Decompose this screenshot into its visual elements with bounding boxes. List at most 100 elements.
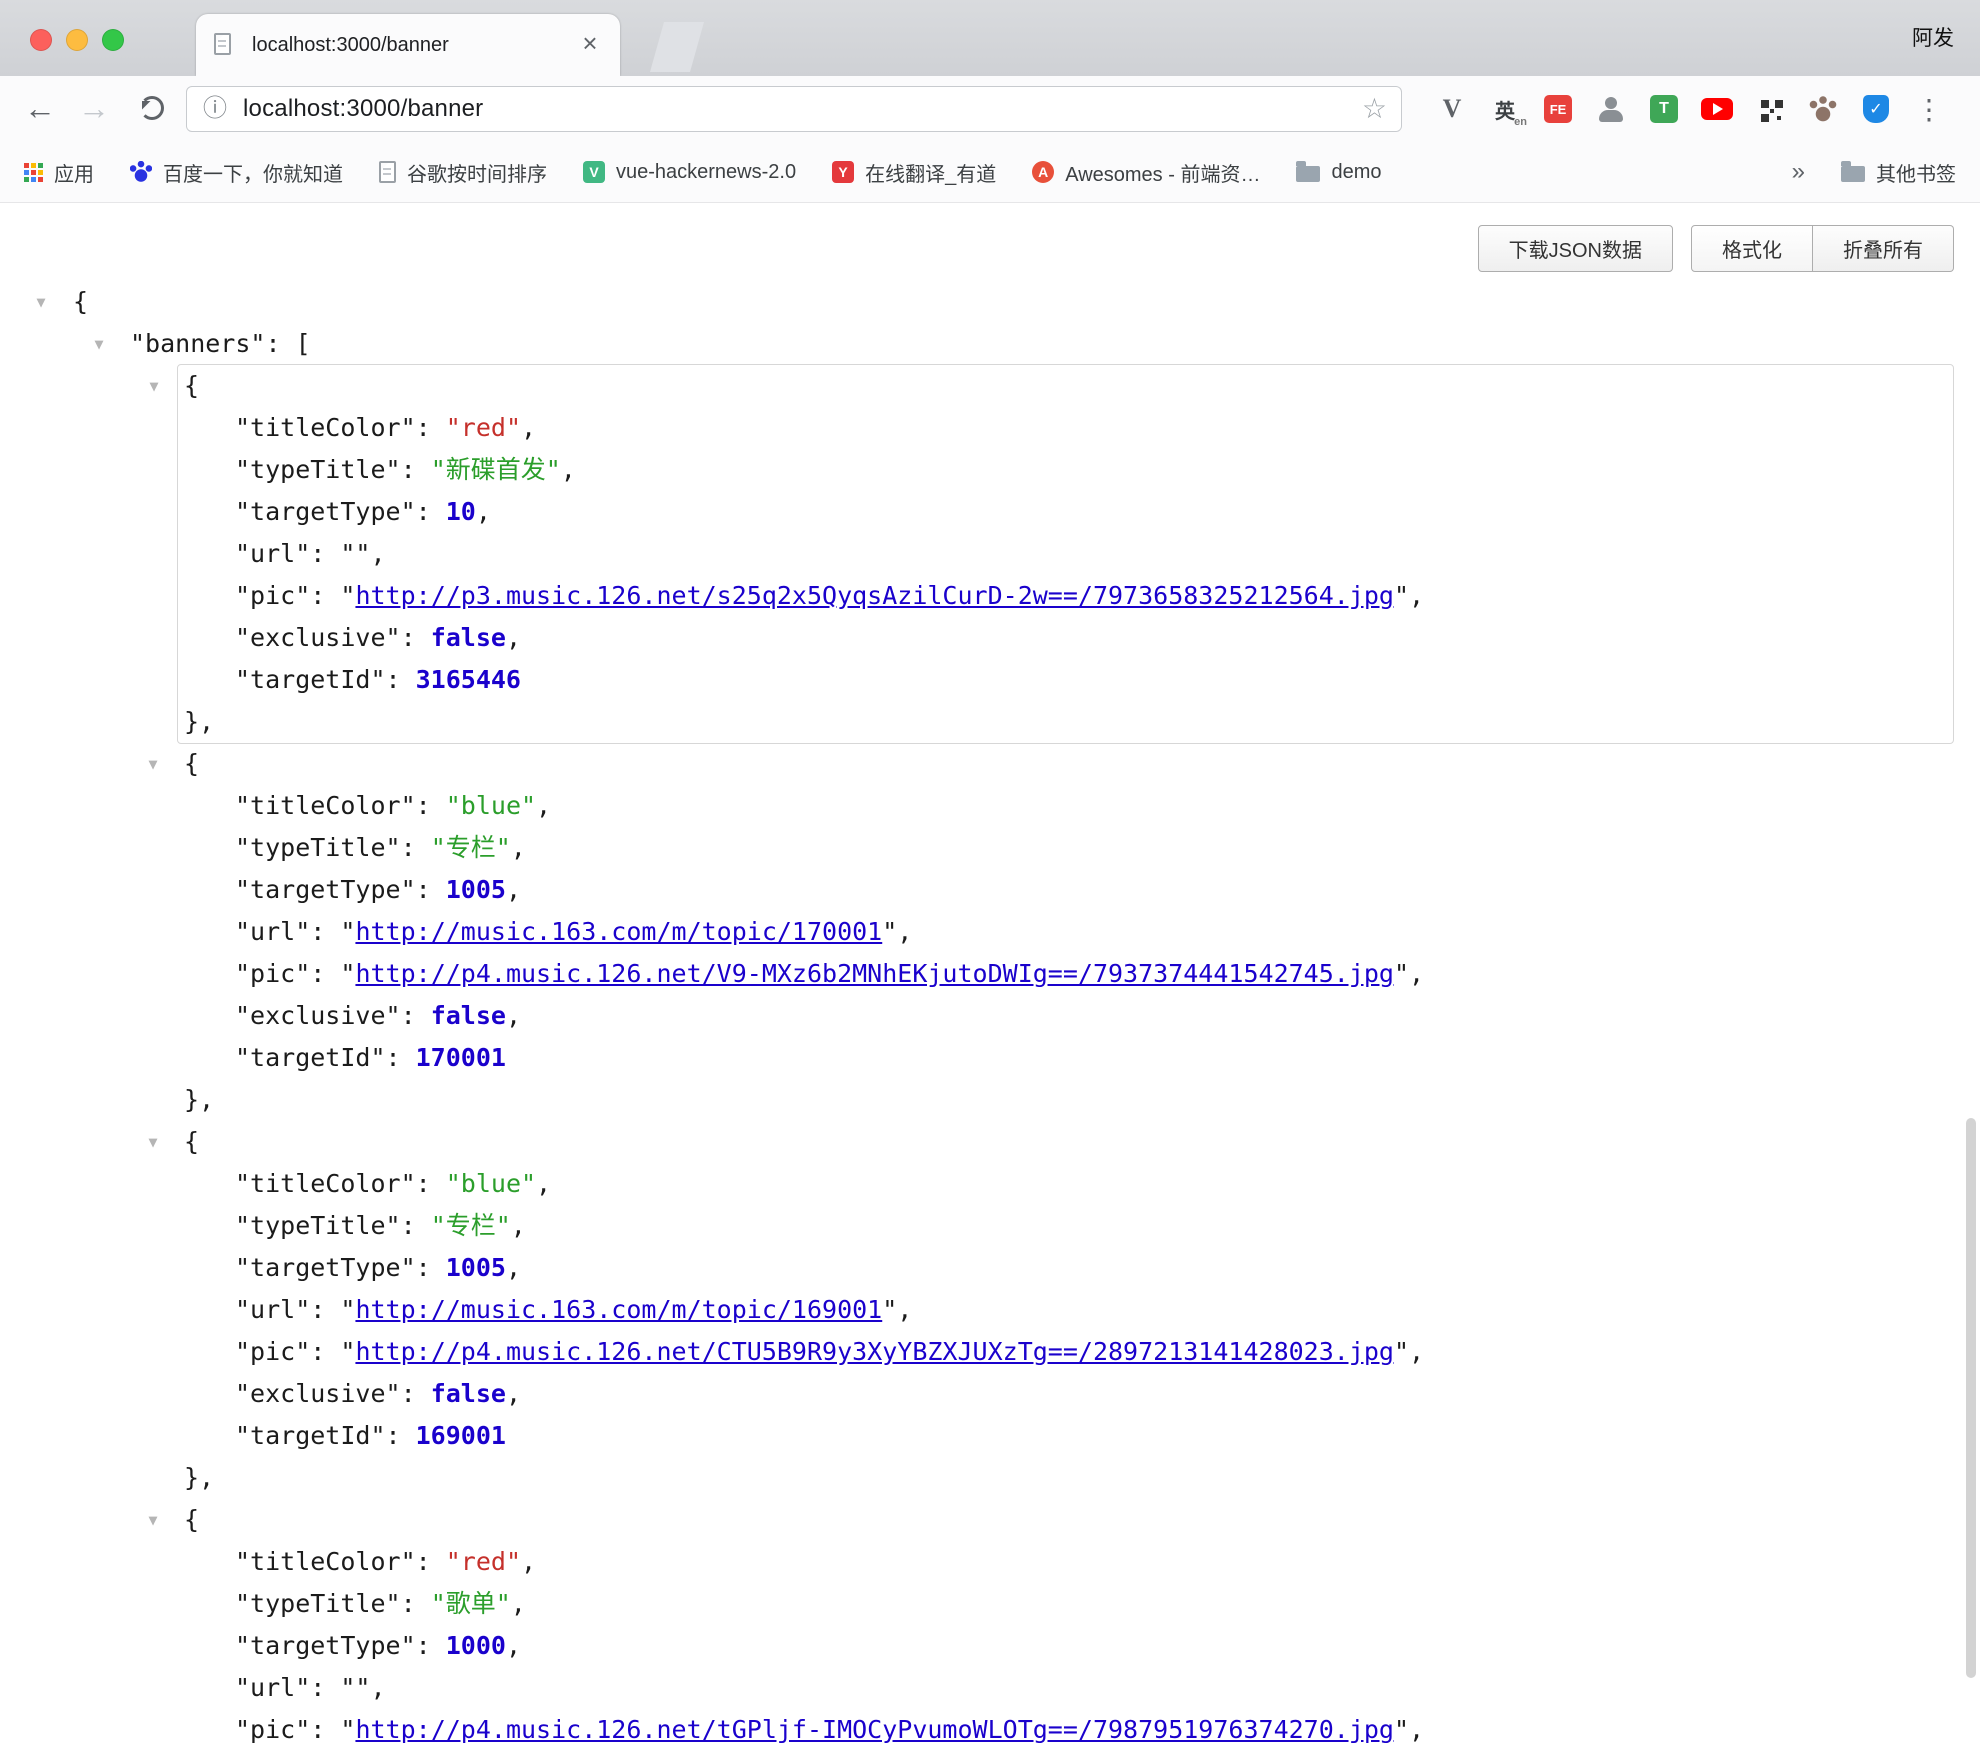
extension-qrcode-icon[interactable] [1750,89,1790,129]
json-line: ▼{ [0,281,1980,323]
json-url-link[interactable]: http://p4.music.126.net/tGPljf-IMOCyPvum… [355,1715,1394,1744]
bookmark-vue-hackernews[interactable]: V vue-hackernews-2.0 [583,161,796,184]
baidu-favicon [130,161,152,183]
url-text[interactable]: localhost:3000/banner [243,87,483,131]
collapse-toggle-icon[interactable]: ▼ [136,1499,170,1541]
json-token: "typeTitle" [235,1211,401,1240]
browser-menu-icon[interactable]: ⋮ [1909,89,1949,129]
json-line: "pic": "http://p3.music.126.net/s25q2x5Q… [178,575,1953,617]
json-line: }, [0,1079,1980,1121]
json-token: , [506,1631,521,1660]
json-token: : [401,1001,431,1030]
active-tab[interactable]: localhost:3000/banner × [196,14,620,76]
extension-translate-icon[interactable]: 英en [1485,89,1525,129]
json-token: "url" [235,1295,310,1324]
json-url-link[interactable]: http://music.163.com/m/topic/169001 [355,1295,882,1324]
json-token: : [386,1421,416,1450]
bookmark-demo-folder[interactable]: demo [1296,161,1381,184]
json-line: ▼{ [178,365,1953,407]
profile-name[interactable]: 阿发 [1912,22,1954,52]
extension-paw-icon[interactable] [1803,89,1843,129]
json-token: : [401,1589,431,1618]
other-bookmarks[interactable]: 其他书签 [1841,158,1956,187]
json-token: , [506,1001,521,1030]
json-token: : [401,455,431,484]
collapse-toggle-icon[interactable]: ▼ [136,743,170,785]
json-url-link[interactable]: http://p4.music.126.net/V9-MXz6b2MNhEKju… [355,959,1394,988]
new-tab-button[interactable] [650,22,704,72]
address-bar[interactable]: ⓘ localhost:3000/banner ☆ [186,86,1402,132]
bookmark-label: Awesomes - 前端资… [1065,158,1260,187]
json-line: "pic": "http://p4.music.126.net/V9-MXz6b… [0,953,1980,995]
json-token: , [506,875,521,904]
json-line: "exclusive": false, [178,617,1953,659]
json-token: , [506,1253,521,1282]
bookmark-google-sort[interactable]: 谷歌按时间排序 [379,158,547,187]
json-token: , [511,1589,526,1618]
json-token: : [416,1547,446,1576]
json-line: ▼"banners": [ [0,323,1980,365]
bookmark-label: 在线翻译_有道 [865,158,996,187]
json-line: "titleColor": "blue", [0,1163,1980,1205]
collapse-toggle-icon[interactable]: ▼ [137,365,171,407]
tab-close-icon[interactable]: × [574,28,606,60]
json-token: , [511,1211,526,1240]
format-button[interactable]: 格式化 [1691,225,1813,272]
bookmark-baidu[interactable]: 百度一下，你就知道 [130,158,343,187]
json-token: "titleColor" [235,413,416,442]
collapse-toggle-icon[interactable]: ▼ [82,323,116,365]
download-json-button[interactable]: 下载JSON数据 [1478,225,1673,272]
fullscreen-window-button[interactable] [102,29,124,51]
json-url-link[interactable]: http://music.163.com/m/topic/170001 [355,917,882,946]
json-token: "专栏" [431,1211,511,1240]
back-button[interactable]: ← [16,84,64,132]
json-token: "targetType" [235,1631,416,1660]
json-token: "titleColor" [235,1169,416,1198]
json-line: "exclusive": false, [0,1373,1980,1415]
minimize-window-button[interactable] [66,29,88,51]
page-info-icon[interactable]: ⓘ [203,87,227,131]
extension-youtube-icon[interactable] [1697,89,1737,129]
json-token: : [386,1043,416,1072]
json-token: : [386,665,416,694]
json-token: "targetType" [235,875,416,904]
json-token: "blue" [446,791,536,820]
bookmarks-overflow-chevron[interactable]: » [1792,158,1805,186]
json-line: "titleColor": "blue", [0,785,1980,827]
reload-button[interactable] [140,96,164,120]
folder-icon [1841,166,1865,182]
close-window-button[interactable] [30,29,52,51]
collapse-toggle-icon[interactable]: ▼ [136,1121,170,1163]
bookmark-apps[interactable]: 应用 [24,158,94,187]
json-token: , [506,1379,521,1408]
collapse-all-button[interactable]: 折叠所有 [1813,225,1954,272]
extension-people-icon[interactable] [1591,89,1631,129]
extension-shield-icon[interactable]: ✓ [1856,89,1896,129]
json-line: "targetType": 10, [178,491,1953,533]
extension-vimium-icon[interactable]: V [1432,89,1472,129]
json-token: , [511,833,526,862]
bookmark-youdao-translate[interactable]: Y 在线翻译_有道 [832,158,996,187]
extension-fe-icon[interactable]: FE [1538,89,1578,129]
json-url-link[interactable]: http://p3.music.126.net/s25q2x5QyqsAzilC… [355,581,1394,610]
vertical-scrollbar-thumb[interactable] [1966,1118,1976,1678]
bookmark-awesomes[interactable]: A Awesomes - 前端资… [1032,158,1260,187]
json-line: "pic": "http://p4.music.126.net/CTU5B9R9… [0,1331,1980,1373]
json-token: : [310,1295,340,1324]
forward-button[interactable]: → [70,84,118,132]
json-token: "typeTitle" [235,833,401,862]
json-token: : [416,1253,446,1282]
json-token: "blue" [446,1169,536,1198]
collapse-toggle-icon[interactable]: ▼ [24,281,58,323]
extension-tampermonkey-icon[interactable]: T [1644,89,1684,129]
page-actions: 下载JSON数据 格式化 折叠所有 [1478,225,1954,272]
json-token: "pic" [235,1715,310,1744]
json-block: ▼{▼"banners": [ [0,281,1980,365]
json-line: "targetType": 1005, [0,1247,1980,1289]
json-token: ", [882,917,912,946]
bookmark-star-icon[interactable]: ☆ [1362,87,1387,131]
json-token: "red" [446,413,521,442]
json-url-link[interactable]: http://p4.music.126.net/CTU5B9R9y3XyYBZX… [355,1337,1394,1366]
json-token: ", [882,1295,912,1324]
json-token: " [340,1715,355,1744]
